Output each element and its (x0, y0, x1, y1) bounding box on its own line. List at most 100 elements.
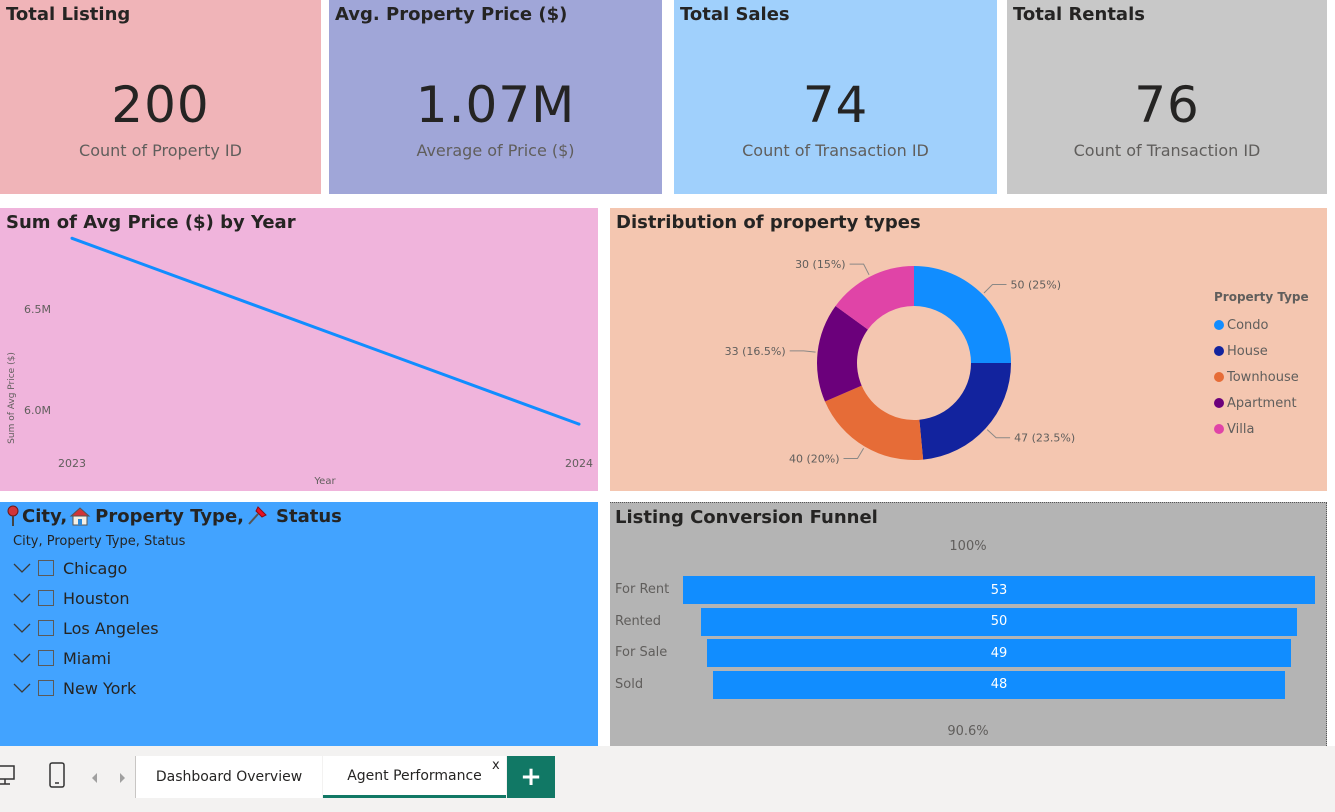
tab-label: Dashboard Overview (155, 769, 303, 785)
slicer-panel[interactable]: City, Property Type, Status City, Proper… (0, 502, 598, 746)
kpi-value: 200 (111, 76, 210, 134)
slicer-item-houston[interactable]: Houston (12, 585, 130, 611)
funnel-title: Listing Conversion Funnel (615, 507, 878, 528)
legend-label: Villa (1227, 421, 1255, 437)
slicer-item-label: Miami (63, 648, 112, 668)
slicer-header: City, Property Type, Status (13, 534, 186, 549)
page-tab-bar: Dashboard Overview Agent Performance x + (0, 746, 1335, 812)
legend-marker (1214, 372, 1224, 382)
add-page-button[interactable]: + (507, 756, 555, 798)
kpi-title: Avg. Property Price ($) (335, 4, 568, 25)
slicer-checkbox[interactable] (38, 650, 54, 666)
line-series[interactable] (71, 236, 580, 426)
chevron-down-icon[interactable] (12, 619, 32, 637)
tab-dashboard-overview[interactable]: Dashboard Overview (136, 756, 322, 798)
donut-chart-panel[interactable]: Distribution of property types 50 (25%) 4… (610, 208, 1327, 491)
funnel-bar-for-rent[interactable]: 53 (683, 576, 1315, 604)
slicer-item-label: Houston (63, 588, 130, 608)
funnel-category-label: Sold (615, 676, 644, 692)
slicer-title-status: Status (276, 505, 342, 527)
add-icon: + (520, 762, 542, 792)
funnel-category-label: For Rent (615, 582, 670, 597)
kpi-card-total-rentals[interactable]: Total Rentals 76 Count of Transaction ID (1007, 0, 1327, 194)
kpi-value: 74 (802, 76, 869, 134)
legend-label: Apartment (1227, 395, 1297, 411)
legend-label: Condo (1227, 317, 1269, 333)
slicer-checkbox[interactable] (38, 560, 54, 576)
chevron-down-icon[interactable] (12, 679, 32, 697)
legend[interactable]: Condo House Townhouse Apartment Villa (1214, 312, 1299, 442)
kpi-card-total-sales[interactable]: Total Sales 74 Count of Transaction ID (674, 0, 997, 194)
legend-title: Property Type (1214, 290, 1309, 304)
funnel-bottom-percent: 90.6% (947, 724, 989, 739)
funnel-value-label: 53 (990, 582, 1008, 598)
slicer-title: City, Property Type, Status (6, 505, 342, 527)
donut-slice-condo[interactable] (914, 266, 1011, 363)
kpi-subtitle: Count of Transaction ID (1073, 141, 1261, 160)
kpi-card-total-listing[interactable]: Total Listing 200 Count of Property ID (0, 0, 321, 194)
line-chart: Sum of Avg Price ($) 6.5M 6.0M 2023 2024… (7, 236, 593, 487)
chevron-down-icon[interactable] (12, 559, 32, 577)
slicer-item-label: New York (63, 678, 137, 698)
line-point[interactable] (70, 236, 74, 240)
y-tick-label: 6.0M (24, 404, 51, 417)
legend-marker (1214, 320, 1224, 330)
slicer-item-new-york[interactable]: New York (12, 675, 136, 701)
donut-data-label: 30 (15%) (795, 258, 846, 271)
kpi-title: Total Sales (680, 4, 790, 25)
line-point[interactable] (577, 422, 581, 426)
house-icon (69, 507, 91, 526)
chevron-down-icon[interactable] (12, 649, 32, 667)
kpi-value: 76 (1134, 76, 1200, 134)
funnel-bar-for-sale[interactable]: 49 (706, 639, 1292, 667)
legend-item-house[interactable]: House (1214, 338, 1299, 364)
kpi-title: Total Listing (6, 4, 131, 25)
slicer-checkbox[interactable] (38, 680, 54, 696)
slicer-title-city: City, (22, 505, 68, 527)
funnel-bar-sold[interactable]: 48 (712, 670, 1286, 699)
legend-label: House (1227, 343, 1268, 359)
slicer-item-chicago[interactable]: Chicago (12, 555, 127, 581)
slicer-item-los-angeles[interactable]: Los Angeles (12, 615, 159, 641)
slicer-title-property-type: Property Type, (95, 505, 244, 527)
leader-line (843, 447, 865, 460)
legend-item-townhouse[interactable]: Townhouse (1214, 364, 1299, 390)
funnel-value-label: 48 (990, 677, 1008, 692)
kpi-subtitle: Count of Property ID (79, 141, 242, 160)
tab-agent-performance[interactable]: Agent Performance (323, 756, 506, 798)
legend-item-villa[interactable]: Villa (1214, 416, 1299, 442)
leader-line (986, 429, 1011, 439)
donut-data-label: 50 (25%) (1010, 279, 1061, 292)
funnel-bar-rented[interactable]: 50 (700, 607, 1298, 636)
tab-label: Agent Performance (347, 767, 482, 784)
kpi-subtitle: Count of Transaction ID (742, 141, 929, 160)
funnel-category-label: For Sale (615, 645, 668, 660)
donut-data-label: 33 (16.5%) (725, 345, 786, 358)
donut-slice-house[interactable] (919, 363, 1011, 460)
donut-data-label: 47 (23.5%) (1014, 432, 1075, 445)
pin-icon (7, 505, 19, 526)
scroll-right-icon[interactable] (117, 772, 127, 784)
desktop-view-icon[interactable] (0, 764, 20, 788)
leader-line (789, 350, 816, 353)
legend-item-condo[interactable]: Condo (1214, 312, 1299, 338)
kpi-card-avg-price[interactable]: Avg. Property Price ($) 1.07M Average of… (329, 0, 662, 194)
scroll-left-icon[interactable] (90, 772, 100, 784)
leader-line (849, 263, 870, 276)
kpi-value: 1.07M (415, 76, 576, 134)
chevron-down-icon[interactable] (12, 589, 32, 607)
legend-item-apartment[interactable]: Apartment (1214, 390, 1299, 416)
mobile-view-icon[interactable] (48, 762, 66, 790)
slicer-checkbox[interactable] (38, 590, 54, 606)
donut-slice-townhouse[interactable] (824, 385, 924, 460)
slicer-item-label: Los Angeles (63, 618, 159, 638)
funnel-category-label: Rented (615, 613, 662, 629)
slicer-item-miami[interactable]: Miami (12, 645, 111, 671)
slicer-checkbox[interactable] (38, 620, 54, 636)
line-chart-panel[interactable]: Sum of Avg Price ($) by Year Sum of Avg … (0, 208, 598, 491)
donut-data-label: 40 (20%) (789, 453, 840, 466)
leader-line (983, 284, 1007, 294)
y-axis-label: Sum of Avg Price ($) (7, 352, 17, 444)
close-tab-icon[interactable]: x (492, 758, 500, 773)
pushpin-icon (248, 506, 267, 525)
